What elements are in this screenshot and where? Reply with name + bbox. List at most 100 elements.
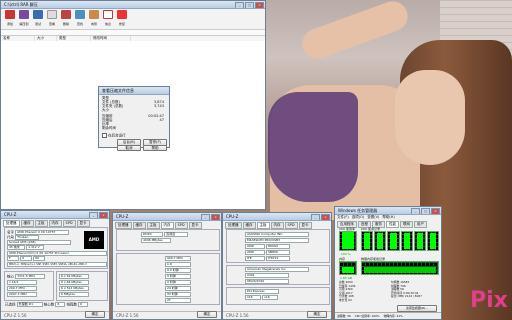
cancel-button[interactable]: 取消	[117, 145, 141, 151]
tab-cpu[interactable]: 处理器	[225, 222, 242, 229]
close-button[interactable]: ×	[99, 212, 108, 218]
model-row: M4A89GTD PRO/USB3	[227, 238, 329, 243]
test-icon	[33, 10, 43, 19]
tab-cpu[interactable]: 处理器	[115, 222, 132, 229]
trc-row: 33 时钟	[117, 292, 219, 297]
toolbar-wizard-button[interactable]: 向导	[87, 9, 101, 29]
extract-icon	[19, 10, 29, 19]
toolbar-test-button[interactable]: 测试	[31, 9, 45, 29]
maximize-button[interactable]: □	[245, 2, 254, 8]
tab-cache[interactable]: 缓存	[242, 222, 256, 229]
menu-view[interactable]: 查看(V)	[367, 215, 379, 220]
tab-graphics[interactable]: 显卡	[298, 222, 312, 229]
task-manager-statusbar: 进程数: 56 CPU 使用率: 100% 物理内存: 41%	[335, 312, 441, 319]
motherboard-group: ASUSTeK Computer INC. M4A89GTD PRO/USB3 …	[226, 229, 330, 263]
background-checkbox-row[interactable]: 在后台运行	[99, 133, 169, 138]
lpcio-row: ITE IT8721	[227, 256, 329, 261]
clocks-group: 核心 3311.5 MHz x 16.5 200.7 MHz 2007.1 MH…	[4, 271, 54, 301]
core-graph	[387, 231, 400, 251]
tab-cache[interactable]: 缓存	[132, 222, 146, 229]
close-button[interactable]: ×	[211, 214, 220, 220]
dram-frequency-row: 900.7 MHz	[117, 256, 219, 261]
l3-row: 6 MBytes	[57, 292, 107, 297]
core-graph	[374, 231, 387, 251]
l1i-row: 6 x 64 KBytes	[57, 280, 107, 285]
core-graph	[400, 231, 413, 251]
memory-general-group: DDR3 双通道 4096 MBytes	[116, 229, 220, 251]
southbridge-row: AMD SB850	[227, 250, 329, 255]
tab-memory[interactable]: 内存	[270, 222, 284, 229]
tab-spd[interactable]: SPD	[62, 220, 76, 227]
find-icon	[75, 10, 85, 19]
l2-row: 6 x 512 KBytes	[57, 286, 107, 291]
menu-file[interactable]: 文件(F)	[337, 215, 349, 220]
cpu-history-graphs	[361, 231, 440, 251]
tab-mainboard[interactable]: 主板	[146, 222, 160, 229]
maximize-button[interactable]: □	[421, 208, 430, 214]
toolbar-find-button[interactable]: 查找	[73, 9, 87, 29]
winrar-toolbar: 添加 解压到 测试 查看 删除 查找 向导 信息 修复	[1, 9, 265, 30]
tab-mainboard[interactable]: 主板	[34, 220, 48, 227]
cpuz-titlebar[interactable]: CPU-Z _ ×	[113, 213, 221, 221]
stat-nonpaged: 未分页 62	[339, 297, 352, 302]
minimize-button[interactable]: _	[311, 214, 320, 220]
progress-dialog-titlebar[interactable]: 查看压缩文件信息	[99, 87, 169, 95]
trcd-row: 9 时钟	[117, 274, 219, 279]
l1d-row: 6 x 64 KBytes	[57, 274, 107, 279]
cpuz-tabs: 处理器 缓存 主板 内存 SPD 显卡	[223, 221, 331, 229]
tab-graphics[interactable]: 显卡	[188, 222, 202, 229]
stat-row: 剩余时间	[102, 126, 116, 130]
checkbox-icon[interactable]	[102, 133, 107, 138]
tab-cache[interactable]: 缓存	[20, 220, 34, 227]
minimize-button[interactable]: _	[235, 2, 244, 8]
toolbar-repair-button[interactable]: 修复	[115, 9, 129, 29]
tab-memory[interactable]: 内存	[160, 222, 174, 229]
fsb-dram-row: 1:9	[117, 262, 219, 267]
tab-spd[interactable]: SPD	[284, 222, 298, 229]
processor-select[interactable]: 处理器 #1	[16, 302, 43, 307]
cpuz-titlebar[interactable]: CPU-Z _ ×	[223, 213, 331, 221]
ok-button[interactable]: 确定	[197, 311, 217, 318]
tab-networking[interactable]: 联网	[400, 221, 413, 228]
toolbar-delete-button[interactable]: 删除	[59, 9, 73, 29]
toolbar-extract-button[interactable]: 解压到	[17, 9, 31, 29]
stat-commit: 提交 (MB) 2124 / 8187	[391, 294, 422, 299]
close-button[interactable]: ×	[431, 208, 440, 214]
core-speed-row: 核心 3311.5 MHz	[5, 274, 53, 279]
tab-users[interactable]: 用户	[414, 221, 427, 228]
help-button[interactable]: 帮助	[143, 145, 167, 151]
tab-memory[interactable]: 内存	[48, 220, 62, 227]
minimize-button[interactable]: _	[89, 212, 98, 218]
tab-mainboard[interactable]: 主板	[256, 222, 270, 229]
menu-help[interactable]: 帮助(H)	[382, 215, 394, 220]
minimize-button[interactable]: _	[411, 208, 420, 214]
winrar-title: C:\(ctrl) RAR 解压	[4, 2, 38, 7]
ok-button[interactable]: 确定	[307, 311, 327, 318]
stat-row: 大小	[102, 108, 109, 112]
menu-options[interactable]: 选项(O)	[352, 215, 365, 220]
cpu-usage-meter	[339, 231, 357, 251]
stats-grid: 总数 4094 句柄数 16583 已缓存 1436 线程数 706 可用 23…	[339, 280, 439, 303]
resource-monitor-button[interactable]: 资源监视器(R)...	[397, 305, 437, 312]
ok-button[interactable]: 确定	[85, 311, 105, 318]
toolbar-info-button[interactable]: 信息	[101, 9, 115, 29]
link-width-row: x16 x16	[227, 295, 329, 300]
tab-graphics[interactable]: 显卡	[76, 220, 90, 227]
cpuz-titlebar[interactable]: CPU-Z _ ×	[1, 211, 109, 219]
minimize-button[interactable]: _	[201, 214, 210, 220]
winrar-titlebar[interactable]: C:\(ctrl) RAR 解压 _ □ ×	[1, 1, 265, 9]
cpuz-tabs: 处理器 缓存 主板 内存 SPD 显卡	[113, 221, 221, 229]
task-manager-titlebar[interactable]: Windows 任务管理器 _ □ ×	[335, 207, 441, 215]
memory-history-graph	[361, 261, 439, 275]
wallpaper-lingerie	[268, 92, 358, 202]
core-graph	[413, 231, 426, 251]
toolbar-view-button[interactable]: 查看	[45, 9, 59, 29]
manufacturer-row: ASUSTeK Computer INC.	[227, 232, 329, 237]
toolbar-add-button[interactable]: 添加	[3, 9, 17, 29]
close-button[interactable]: ×	[321, 214, 330, 220]
close-button[interactable]: ×	[255, 2, 264, 8]
tab-cpu[interactable]: 处理器	[3, 220, 20, 227]
cache-group: 6 x 64 KBytes 6 x 64 KBytes 6 x 512 KByt…	[56, 271, 108, 301]
tab-spd[interactable]: SPD	[174, 222, 188, 229]
tab-performance[interactable]: 性能	[386, 221, 399, 228]
